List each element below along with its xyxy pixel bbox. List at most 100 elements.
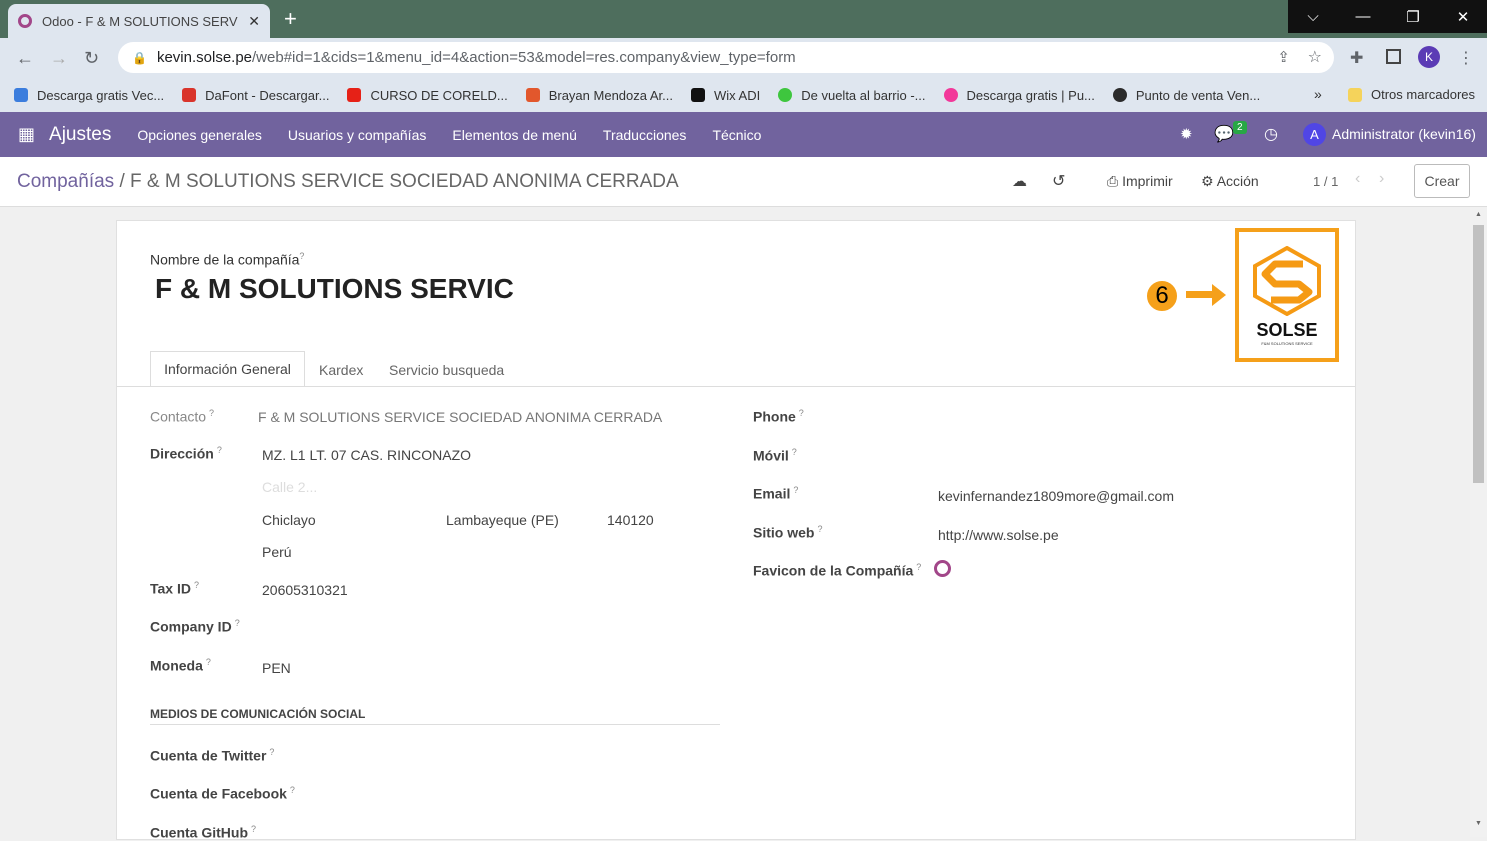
bookmarks-overflow-icon[interactable]: » xyxy=(1314,86,1322,102)
app-name[interactable]: Ajustes xyxy=(49,124,111,146)
street-field[interactable]: MZ. L1 LT. 07 CAS. RINCONAZO xyxy=(262,447,471,463)
logo-text: SOLSE xyxy=(1256,320,1318,340)
create-button[interactable]: Crear xyxy=(1414,164,1470,198)
street2-field[interactable]: Calle 2... xyxy=(262,479,317,495)
extensions-icon[interactable]: ✚ xyxy=(1350,48,1363,68)
new-tab-button[interactable]: + xyxy=(284,6,297,32)
annotation-badge: 6 xyxy=(1145,279,1179,313)
bookmark-star-icon[interactable]: ☆ xyxy=(1308,47,1322,67)
folder-icon xyxy=(1348,87,1362,102)
profile-avatar[interactable]: K xyxy=(1418,46,1440,68)
menu-users-companies[interactable]: Usuarios y compañías xyxy=(288,127,427,143)
menu-general-settings[interactable]: Opciones generales xyxy=(137,127,262,143)
bookmark-item[interactable]: CURSO DE CORELD... xyxy=(347,88,508,103)
company-name-field[interactable]: F & M SOLUTIONS SERVIC xyxy=(155,273,514,305)
zip-field[interactable]: 140120 xyxy=(607,512,654,528)
save-cloud-icon[interactable]: ☁ xyxy=(1012,172,1027,190)
country-field[interactable]: Perú xyxy=(262,544,292,560)
bookmark-icon xyxy=(347,88,362,102)
website-field[interactable]: http://www.solse.pe xyxy=(938,527,1059,543)
restore-icon[interactable]: ❐ xyxy=(1388,0,1438,33)
github-label: Cuenta GitHub? xyxy=(150,824,257,841)
menu-technical[interactable]: Técnico xyxy=(712,127,761,143)
browser-tab[interactable]: Odoo - F & M SOLUTIONS SERV ✕ xyxy=(8,4,270,38)
odoo-navbar: ▦ Ajustes Opciones generales Usuarios y … xyxy=(0,112,1487,157)
chat-badge: 2 xyxy=(1233,121,1247,134)
chat-icon[interactable]: 💬 xyxy=(1214,124,1234,144)
bookmark-icon xyxy=(182,88,197,102)
page-scrollbar[interactable]: ▲ ▼ xyxy=(1470,207,1487,837)
window-close-icon[interactable]: ✕ xyxy=(1438,0,1487,33)
activity-clock-icon[interactable]: ◷ xyxy=(1264,124,1278,144)
bookmark-item[interactable]: Wix ADI xyxy=(691,88,760,103)
company-name-label: Nombre de la compañía? xyxy=(150,251,305,268)
side-panel-icon[interactable] xyxy=(1386,49,1401,64)
tab-close-icon[interactable]: ✕ xyxy=(248,13,260,30)
bookmark-item[interactable]: Descarga gratis Vec... xyxy=(14,88,164,103)
bookmark-icon xyxy=(14,88,28,102)
other-bookmarks[interactable]: Otros marcadores xyxy=(1348,87,1475,102)
apps-grid-icon[interactable]: ▦ xyxy=(18,124,35,145)
contact-field[interactable]: F & M SOLUTIONS SERVICE SOCIEDAD ANONIMA… xyxy=(258,409,662,425)
scroll-down-icon[interactable]: ▼ xyxy=(1475,820,1482,827)
bookmark-item[interactable]: Descarga gratis | Pu... xyxy=(943,88,1095,103)
email-field[interactable]: kevinfernandez1809more@gmail.com xyxy=(938,488,1174,504)
bookmark-item[interactable]: DaFont - Descargar... xyxy=(182,88,329,103)
tab-search-icon[interactable]: ⌵ xyxy=(1288,0,1338,33)
user-avatar[interactable]: A xyxy=(1303,123,1326,146)
scroll-up-icon[interactable]: ▲ xyxy=(1475,211,1482,218)
city-field[interactable]: Chiclayo xyxy=(262,512,316,528)
tab-general-info[interactable]: Información General xyxy=(150,351,305,387)
breadcrumb-separator: / xyxy=(119,171,125,192)
contact-label: Contacto? xyxy=(150,408,215,425)
user-name[interactable]: Administrator (kevin16) xyxy=(1332,126,1476,142)
back-icon[interactable]: ← xyxy=(16,48,34,69)
odoo-favicon-icon xyxy=(18,14,32,28)
share-icon[interactable]: ⇪ xyxy=(1277,48,1290,66)
twitter-label: Cuenta de Twitter? xyxy=(150,747,275,764)
bookmark-icon xyxy=(1112,88,1127,102)
taxid-label: Tax ID? xyxy=(150,580,199,597)
section-divider xyxy=(150,724,720,725)
pager-prev-icon[interactable]: ‹ xyxy=(1355,170,1360,188)
control-panel: Compañías / F & M SOLUTIONS SERVICE SOCI… xyxy=(0,157,1487,207)
company-logo[interactable]: SOLSE F&M SOLUTIONS SERVICE xyxy=(1235,228,1339,362)
pager-next-icon[interactable]: › xyxy=(1379,170,1384,188)
scrollbar-thumb[interactable] xyxy=(1473,225,1484,483)
bookmark-item[interactable]: Brayan Mendoza Ar... xyxy=(525,88,673,103)
action-button[interactable]: ⚙ Acción xyxy=(1201,173,1259,190)
bookmark-icon xyxy=(691,88,705,102)
lock-icon: 🔒 xyxy=(132,50,147,65)
bookmark-icon xyxy=(943,88,958,102)
print-button[interactable]: ⎙ Imprimir xyxy=(1107,173,1173,190)
pager-value[interactable]: 1 / 1 xyxy=(1313,174,1338,189)
logo-subtext: F&M SOLUTIONS SERVICE xyxy=(1261,341,1313,346)
address-bar[interactable]: 🔒 kevin.solse.pe/web#id=1&cids=1&menu_id… xyxy=(118,42,1334,73)
menu-menu-items[interactable]: Elementos de menú xyxy=(452,127,577,143)
discard-icon[interactable]: ↺ xyxy=(1052,171,1065,191)
browser-menu-icon[interactable]: ⋮ xyxy=(1458,48,1474,68)
favicon-label: Favicon de la Compañía? xyxy=(753,562,922,579)
bookmark-item[interactable]: De vuelta al barrio -... xyxy=(778,88,926,103)
reload-icon[interactable]: ↻ xyxy=(84,48,99,69)
breadcrumb: Compañías / F & M SOLUTIONS SERVICE SOCI… xyxy=(17,171,679,193)
url-path: /web#id=1&cids=1&menu_id=4&action=53&mod… xyxy=(252,49,796,66)
tab-search-service[interactable]: Servicio busqueda xyxy=(389,362,504,378)
gear-icon: ⚙ xyxy=(1201,173,1214,189)
debug-bug-icon[interactable]: ✹ xyxy=(1180,125,1193,143)
forward-icon[interactable]: → xyxy=(50,48,68,69)
taxid-field[interactable]: 20605310321 xyxy=(262,582,348,598)
menu-translations[interactable]: Traducciones xyxy=(603,127,687,143)
minimize-icon[interactable]: — xyxy=(1338,0,1388,33)
tab-kardex[interactable]: Kardex xyxy=(319,362,363,378)
form-sheet: Nombre de la compañía? F & M SOLUTIONS S… xyxy=(116,220,1356,841)
currency-field[interactable]: PEN xyxy=(262,660,291,676)
solse-logo-icon xyxy=(1253,246,1321,316)
breadcrumb-parent[interactable]: Compañías xyxy=(17,171,114,192)
website-label: Sitio web? xyxy=(753,524,823,541)
browser-toolbar: ← → ↻ 🔒 kevin.solse.pe/web#id=1&cids=1&m… xyxy=(0,38,1487,78)
email-label: Email? xyxy=(753,485,799,502)
state-field[interactable]: Lambayeque (PE) xyxy=(446,512,559,528)
bookmark-item[interactable]: Punto de venta Ven... xyxy=(1112,88,1260,103)
favicon-image-icon[interactable] xyxy=(934,560,951,577)
